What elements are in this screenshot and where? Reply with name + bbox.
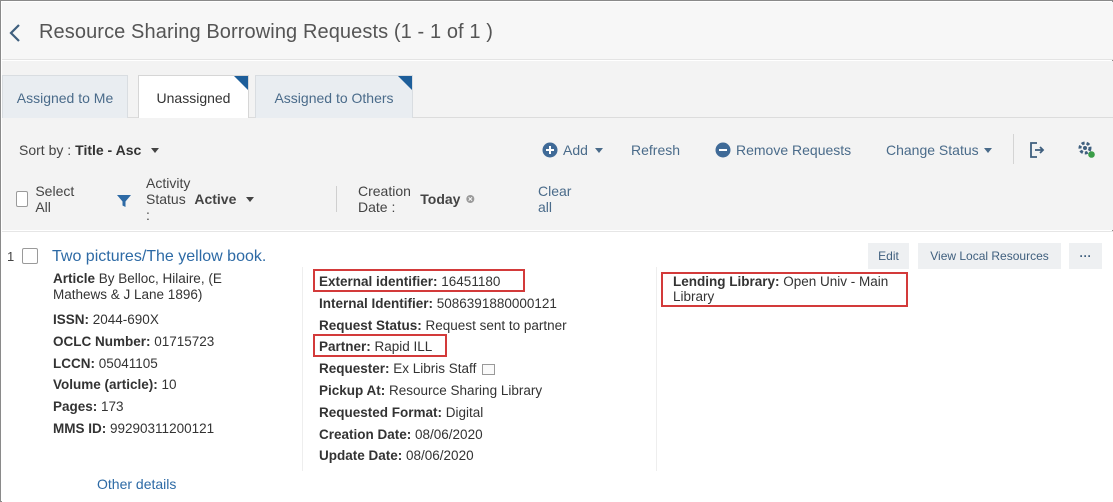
chevron-down-icon xyxy=(983,147,992,153)
article-line-2: Mathews & J Lane 1896) xyxy=(53,287,203,302)
edit-label: Edit xyxy=(878,249,899,263)
page-title: Resource Sharing Borrowing Requests (1 -… xyxy=(39,21,494,43)
update-date-line: Update Date: 08/06/2020 xyxy=(319,448,474,464)
chevron-down-icon xyxy=(246,196,255,202)
highlight-partner xyxy=(313,334,447,357)
tab-corner-marker xyxy=(398,76,412,90)
toolbar: Sort by : Title - Asc Add Refresh Remove… xyxy=(2,118,1113,230)
activity-status-label: Activity Status : xyxy=(146,175,191,223)
oclc-line: OCLC Number: 01715723 xyxy=(53,333,215,349)
tab-label: Unassigned xyxy=(156,89,231,106)
toolbar-divider xyxy=(1013,134,1014,164)
record-details-left: Article By Belloc, Hilaire, (E Mathews &… xyxy=(53,271,222,440)
results-list: 1 Two pictures/The yellow book. Edit Vie… xyxy=(2,231,1113,502)
creation-date-value: Today xyxy=(420,191,461,207)
view-local-resources-button[interactable]: View Local Resources xyxy=(918,243,1061,269)
lccn-line: LCCN: 05041105 xyxy=(53,355,158,371)
chevron-down-icon xyxy=(594,147,603,153)
tab-unassigned[interactable]: Unassigned xyxy=(138,75,249,120)
contact-card-icon[interactable] xyxy=(482,364,496,376)
other-details-link[interactable]: Other details xyxy=(97,476,176,492)
tab-bar: Assigned to Me Unassigned Assigned to Ot… xyxy=(2,61,1113,120)
filter-divider xyxy=(336,186,337,212)
more-actions-button[interactable]: ··· xyxy=(1069,243,1102,269)
add-button[interactable]: Add xyxy=(542,142,603,158)
column-divider xyxy=(302,267,303,471)
select-all-checkbox[interactable] xyxy=(16,191,29,207)
creation-date-line: Creation Date: 08/06/2020 xyxy=(319,426,483,442)
sort-prefix: Sort by : xyxy=(19,142,72,158)
clear-all-link[interactable]: Clear all xyxy=(538,183,571,215)
tab-assigned-to-others[interactable]: Assigned to Others xyxy=(255,75,413,119)
mms-id-line: MMS ID: 99290311200121 xyxy=(53,420,215,436)
pages-line: Pages: 173 xyxy=(53,399,124,415)
internal-identifier-line: Internal Identifier: 5086391880000121 xyxy=(319,295,557,311)
requested-format-line: Requested Format: Digital xyxy=(319,404,484,420)
tab-label: Assigned to Me xyxy=(16,89,114,106)
select-all-group[interactable]: Select All xyxy=(16,183,78,215)
back-arrow-icon[interactable] xyxy=(8,22,24,44)
refresh-button[interactable]: Refresh xyxy=(631,142,680,158)
change-status-label: Change Status xyxy=(886,142,979,158)
requester-line: Requester: Ex Libris Staff xyxy=(319,358,567,380)
pickup-line: Pickup At: Resource Sharing Library xyxy=(319,382,543,398)
remove-filter-icon[interactable] xyxy=(466,192,475,206)
change-status-dropdown[interactable]: Change Status xyxy=(886,142,992,158)
volume-line: Volume (article): 10 xyxy=(53,377,177,393)
select-all-label: Select All xyxy=(35,183,75,215)
edit-button[interactable]: Edit xyxy=(868,243,909,269)
minus-circle-icon xyxy=(715,142,731,158)
settings-gear-icon[interactable] xyxy=(1077,140,1097,160)
row-number: 1 xyxy=(7,249,15,264)
creation-date-label: Creation Date : xyxy=(358,183,411,215)
sort-value: Title - Asc xyxy=(75,142,142,158)
more-icon: ··· xyxy=(1079,249,1092,263)
tab-label: Assigned to Others xyxy=(274,89,394,106)
tab-assigned-to-me[interactable]: Assigned to Me xyxy=(2,75,128,119)
creation-date-filter: Creation Date : Today xyxy=(358,183,475,215)
add-label: Add xyxy=(563,142,588,158)
filter-icon[interactable] xyxy=(116,190,132,212)
highlight-external-identifier xyxy=(313,269,525,292)
page-header: Resource Sharing Borrowing Requests (1 -… xyxy=(2,2,1113,60)
activity-status-value: Active xyxy=(194,191,237,207)
article-line: Article By Belloc, Hilaire, (E xyxy=(53,271,222,286)
highlight-lending-library xyxy=(661,272,908,307)
record-title-link[interactable]: Two pictures/The yellow book. xyxy=(52,248,266,266)
plus-circle-icon xyxy=(542,142,558,158)
row-checkbox[interactable] xyxy=(22,248,38,264)
view-local-resources-label: View Local Resources xyxy=(930,249,1049,263)
record-details-middle: External identifier: 16451180 Internal I… xyxy=(319,271,567,467)
chevron-down-icon xyxy=(151,147,160,153)
sort-dropdown[interactable]: Sort by : Title - Asc xyxy=(19,142,160,158)
remove-requests-label: Remove Requests xyxy=(736,142,852,158)
app-frame: Resource Sharing Borrowing Requests (1 -… xyxy=(0,0,1113,502)
issn-line: ISSN: 2044-690X xyxy=(53,312,159,327)
refresh-label: Refresh xyxy=(631,142,681,158)
tab-corner-marker xyxy=(234,76,248,90)
remove-requests-button[interactable]: Remove Requests xyxy=(715,142,851,158)
column-divider xyxy=(656,267,657,471)
export-icon[interactable] xyxy=(1028,141,1046,159)
activity-status-filter[interactable]: Activity Status : Active xyxy=(146,175,255,223)
